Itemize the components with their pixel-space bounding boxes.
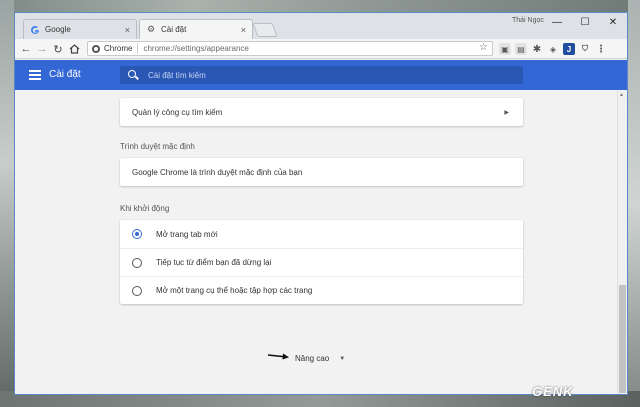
profile-name[interactable]: Thái Ngọc xyxy=(512,17,544,24)
window-controls: — ☐ ✕ xyxy=(543,13,627,31)
secure-chip[interactable]: Chrome xyxy=(92,43,139,54)
on-startup-card: Mở trang tab mới Tiếp tục từ điểm bạn đã… xyxy=(120,220,523,304)
default-browser-status: Google Chrome là trình duyệt mặc định củ… xyxy=(132,167,303,177)
chrome-page-icon xyxy=(92,44,100,53)
back-arrow-icon[interactable]: ← xyxy=(19,42,33,56)
caret-down-icon: ▼ xyxy=(339,355,346,362)
startup-option-label: Mở trang tab mới xyxy=(156,229,218,239)
j-extension-icon[interactable]: J xyxy=(563,43,575,55)
annotation-arrow-icon xyxy=(267,353,289,360)
page-title: Cài đặt xyxy=(49,69,81,80)
menu-kebab-icon[interactable]: ⋮ xyxy=(595,43,607,55)
maximize-button[interactable]: ☐ xyxy=(571,13,599,31)
startup-option-label: Mở một trang cụ thể hoặc tập hợp các tra… xyxy=(156,286,313,295)
radio-button[interactable] xyxy=(132,257,142,268)
startup-option-specific-pages[interactable]: Mở một trang cụ thể hoặc tập hợp các tra… xyxy=(120,276,523,304)
advanced-settings-button[interactable]: Nâng cao ▼ xyxy=(295,354,345,363)
radio-button-selected[interactable] xyxy=(132,229,142,239)
cube-extension-icon[interactable]: ◈ xyxy=(547,43,559,55)
browser-window: Google × ⚙ Cài đặt × Thái Ngọc — ☐ ✕ ← →… xyxy=(14,12,628,395)
manage-search-engines-row[interactable]: Quản lý công cụ tìm kiếm ▶ xyxy=(120,98,523,126)
save-extension-icon[interactable]: ▤ xyxy=(515,43,527,55)
shield-extension-icon[interactable]: ⛉ xyxy=(579,43,591,55)
gear-icon: ⚙ xyxy=(146,24,156,34)
google-favicon-icon xyxy=(30,25,40,35)
tab-title: Google xyxy=(45,25,71,34)
settings-search-input[interactable]: Cài đặt tìm kiếm xyxy=(120,66,523,84)
forward-arrow-icon[interactable]: → xyxy=(35,42,49,56)
settings-content: Quản lý công cụ tìm kiếm ▶ Trình duyệt m… xyxy=(15,90,627,394)
startup-option-new-tab[interactable]: Mở trang tab mới xyxy=(120,220,523,248)
close-tab-icon[interactable]: × xyxy=(125,25,130,35)
on-startup-section-title: Khi khởi động xyxy=(120,204,170,213)
manage-search-engines-label: Quản lý công cụ tìm kiếm xyxy=(132,107,223,117)
default-browser-section-title: Trình duyệt mặc định xyxy=(120,142,195,151)
search-icon xyxy=(128,70,138,80)
default-browser-card: Google Chrome là trình duyệt mặc định củ… xyxy=(120,158,523,186)
screenshot-extension-icon[interactable]: ▣ xyxy=(499,43,511,55)
secure-chip-label: Chrome xyxy=(104,44,133,53)
hamburger-menu-icon[interactable] xyxy=(29,70,41,80)
startup-option-label: Tiếp tục từ điểm bạn đã dừng lại xyxy=(156,258,272,267)
extension-icons: ▣ ▤ ✱ ◈ J ⛉ ⋮ xyxy=(499,43,607,55)
reload-icon[interactable]: ↻ xyxy=(51,42,65,56)
address-bar[interactable]: Chrome chrome://settings/appearance ☆ xyxy=(87,41,493,56)
desktop-background-left xyxy=(0,0,14,407)
search-placeholder: Cài đặt tìm kiếm xyxy=(148,70,206,80)
minimize-button[interactable]: — xyxy=(543,13,571,31)
chevron-right-icon: ▶ xyxy=(504,109,509,116)
default-browser-status-row: Google Chrome là trình duyệt mặc định củ… xyxy=(120,158,523,186)
address-url[interactable]: chrome://settings/appearance xyxy=(143,44,248,53)
search-engine-card: Quản lý công cụ tìm kiếm ▶ xyxy=(120,98,523,126)
tab-strip: Google × ⚙ Cài đặt × Thái Ngọc — ☐ ✕ xyxy=(15,13,627,39)
tab-google[interactable]: Google × xyxy=(23,19,137,39)
bookmark-star-icon[interactable]: ☆ xyxy=(479,42,488,53)
settings-header: Cài đặt Cài đặt tìm kiếm xyxy=(15,60,627,90)
page-scrollbar[interactable]: ▲ xyxy=(617,90,627,394)
close-window-button[interactable]: ✕ xyxy=(599,13,627,31)
radio-button[interactable] xyxy=(132,285,142,296)
puzzle-extension-icon[interactable]: ✱ xyxy=(531,43,543,55)
new-tab-button[interactable] xyxy=(252,23,278,37)
startup-option-continue[interactable]: Tiếp tục từ điểm bạn đã dừng lại xyxy=(120,248,523,276)
tab-title: Cài đặt xyxy=(161,25,187,34)
scroll-up-arrow-icon[interactable]: ▲ xyxy=(619,92,624,98)
browser-toolbar: ← → ↻ Chrome chrome://settings/appearanc… xyxy=(15,39,627,59)
genk-watermark-logo: GENK xyxy=(532,384,574,399)
scrollbar-thumb[interactable] xyxy=(619,285,626,393)
advanced-label: Nâng cao xyxy=(295,354,330,363)
desktop-background-right xyxy=(628,0,640,407)
close-tab-icon[interactable]: × xyxy=(241,25,246,35)
home-icon[interactable] xyxy=(67,42,81,56)
tab-settings[interactable]: ⚙ Cài đặt × xyxy=(139,19,253,39)
